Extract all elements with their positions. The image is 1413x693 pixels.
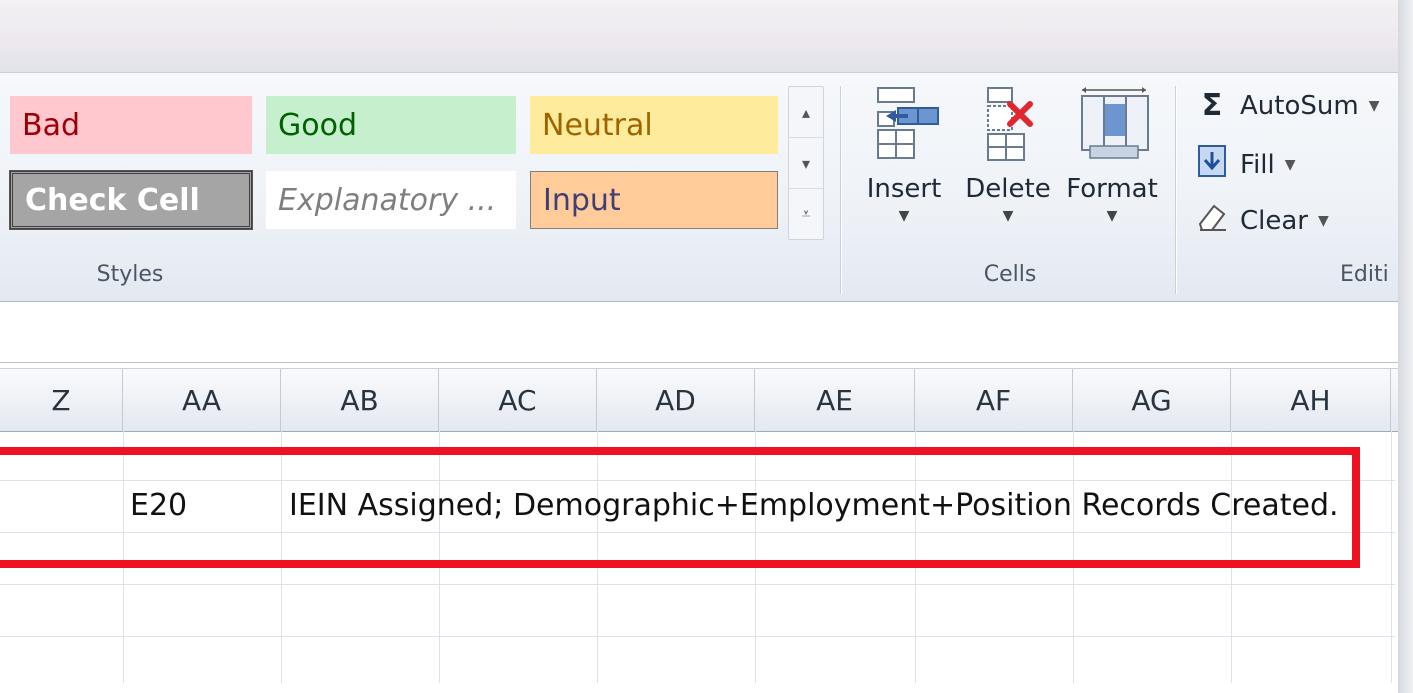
insert-label: Insert	[866, 174, 942, 204]
style-check-cell-label: Check Cell	[25, 182, 200, 218]
cells-group-label: Cells	[983, 262, 1037, 287]
column-header-ab[interactable]: AB	[281, 369, 439, 431]
column-header-ah[interactable]: AH	[1231, 369, 1391, 431]
format-button[interactable]: Format ▼	[1062, 86, 1162, 224]
group-divider	[1175, 86, 1176, 294]
style-neutral[interactable]: Neutral	[530, 96, 778, 154]
autosum-label: AutoSum	[1240, 90, 1359, 121]
style-check-cell[interactable]: Check Cell	[9, 170, 253, 230]
delete-button[interactable]: Delete ▼	[958, 86, 1058, 224]
group-divider	[840, 86, 841, 294]
column-header-aa[interactable]: AA	[123, 369, 281, 431]
column-header-ad[interactable]: AD	[597, 369, 755, 431]
format-cells-icon	[1081, 87, 1149, 159]
format-dropdown-icon: ▼	[1106, 208, 1118, 224]
scroll-up-icon[interactable]: ▴	[789, 87, 823, 138]
sigma-icon: Σ	[1201, 88, 1223, 123]
column-gridline	[1391, 431, 1392, 683]
gallery-more-icon[interactable]: ⩡	[789, 189, 823, 239]
insert-cells-icon	[877, 87, 939, 159]
column-header-row: Z AA AB AC AD AE AF AG AH	[0, 368, 1413, 432]
title-bar-area	[0, 0, 1413, 72]
style-neutral-label: Neutral	[542, 107, 653, 143]
column-header-z[interactable]: Z	[0, 369, 123, 431]
fill-dropdown-icon: ▼	[1284, 156, 1296, 173]
autosum-dropdown-icon: ▼	[1368, 97, 1380, 114]
delete-label: Delete	[965, 174, 1051, 204]
fill-button[interactable]: Fill ▼	[1196, 144, 1296, 185]
fill-down-icon	[1196, 144, 1228, 185]
insert-button[interactable]: Insert ▼	[854, 86, 954, 224]
fill-label: Fill	[1240, 149, 1275, 180]
column-header-af[interactable]: AF	[915, 369, 1073, 431]
highlight-annotation-box	[0, 447, 1360, 568]
insert-dropdown-icon: ▼	[898, 208, 910, 224]
autosum-button[interactable]: Σ AutoSum ▼	[1196, 88, 1380, 123]
eraser-icon	[1196, 202, 1228, 239]
column-header-ac[interactable]: AC	[439, 369, 597, 431]
style-input-label: Input	[543, 182, 621, 218]
clear-label: Clear	[1240, 205, 1308, 236]
style-explanatory-label: Explanatory ...	[278, 182, 497, 218]
clear-button[interactable]: Clear ▼	[1196, 202, 1329, 239]
style-good-label: Good	[278, 107, 357, 143]
delete-dropdown-icon: ▼	[1002, 208, 1014, 224]
style-bad[interactable]: Bad	[10, 96, 252, 154]
style-good[interactable]: Good	[266, 96, 516, 154]
styles-group-label: Styles	[96, 262, 164, 287]
styles-gallery-scroll[interactable]: ▴ ▾ ⩡	[788, 86, 824, 240]
column-header-ag[interactable]: AG	[1073, 369, 1231, 431]
column-header-ae[interactable]: AE	[755, 369, 915, 431]
formula-bar-area	[0, 302, 1413, 363]
style-explanatory[interactable]: Explanatory ...	[266, 171, 516, 229]
clear-dropdown-icon: ▼	[1318, 212, 1329, 229]
format-label: Format	[1066, 174, 1158, 204]
scroll-down-icon[interactable]: ▾	[789, 138, 823, 189]
row-gridline	[0, 636, 1395, 637]
style-input[interactable]: Input	[530, 171, 778, 229]
delete-cells-icon	[987, 87, 1033, 161]
row-gridline	[0, 584, 1395, 585]
window-right-edge	[1398, 0, 1413, 693]
style-bad-label: Bad	[22, 107, 81, 143]
